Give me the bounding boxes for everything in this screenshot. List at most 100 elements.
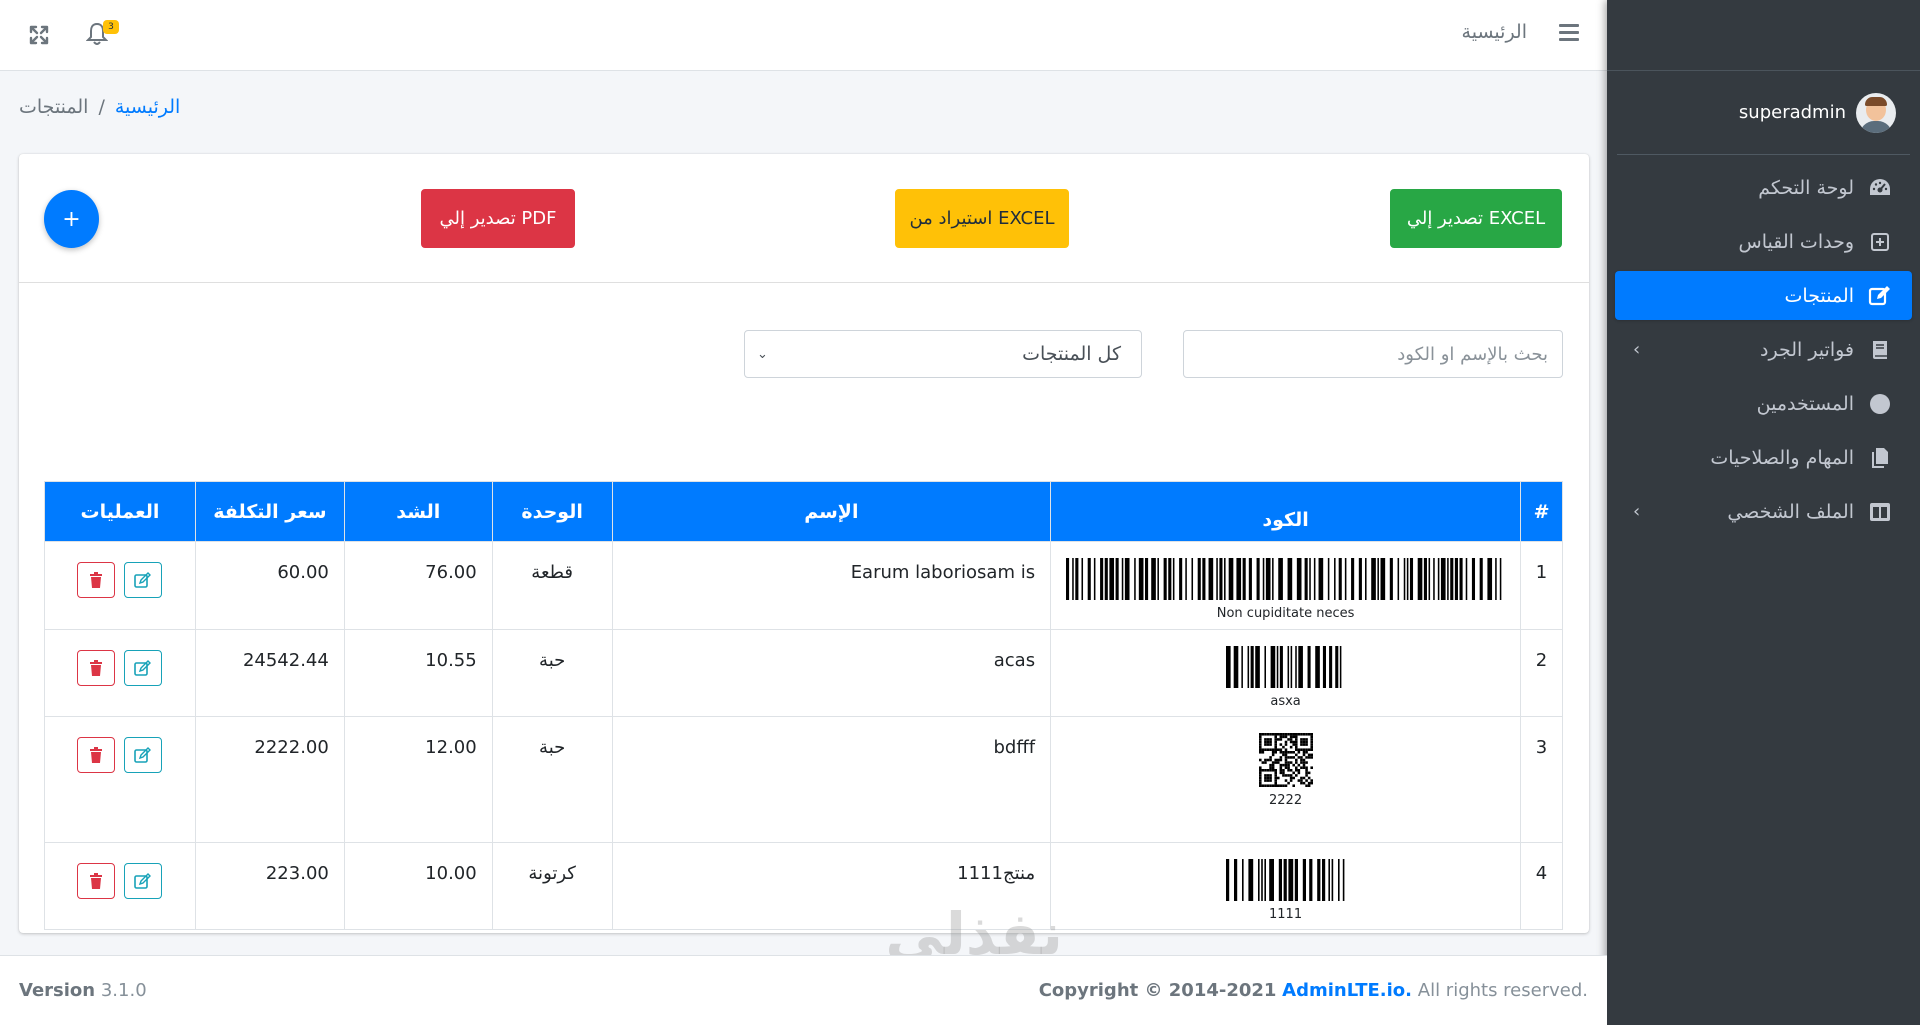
copyright-prefix: Copyright © 2014-2021 — [1038, 980, 1277, 1001]
edit-button[interactable] — [124, 737, 163, 773]
qr-module — [1307, 748, 1310, 751]
qr-module — [1273, 743, 1277, 746]
row-cost: 223.00 — [194, 842, 345, 930]
sidebar-item-users[interactable]: المستخدمين — [1615, 379, 1912, 428]
delete-button[interactable] — [77, 562, 116, 598]
barcode-bar — [1331, 859, 1333, 901]
breadcrumb-home-link[interactable]: الرئيسية — [115, 96, 180, 118]
qr-module — [1289, 761, 1292, 764]
sidebar-item-label: الملف الشخصي — [1727, 500, 1854, 523]
barcode-bar — [1235, 558, 1241, 600]
sidebar-item-products[interactable]: المنتجات — [1615, 271, 1912, 320]
qr-module — [1276, 784, 1280, 787]
qr-module — [1268, 748, 1272, 751]
qr-module — [1284, 740, 1287, 744]
sidebar-item-dashboard[interactable]: لوحة التحكم — [1615, 163, 1912, 212]
version-number: 3.1.0 — [100, 980, 147, 1001]
menu-toggle-icon[interactable] — [1559, 24, 1579, 42]
qr-module — [1258, 758, 1262, 762]
user-panel[interactable]: superadmin — [1617, 71, 1910, 155]
qr-module — [1302, 781, 1305, 785]
row-qty: 10.55 — [343, 629, 493, 717]
qr-module — [1258, 771, 1262, 775]
qr-module — [1294, 758, 1298, 762]
delete-button[interactable] — [77, 737, 116, 773]
row-ops — [44, 541, 196, 630]
add-product-button[interactable]: + — [44, 190, 99, 248]
barcode-bar — [1364, 558, 1367, 600]
sidebar: superadmin لوحة التحكم وحدات القياس المن… — [1607, 0, 1920, 1025]
delete-button[interactable] — [77, 863, 116, 899]
barcode-bar — [1287, 558, 1292, 600]
qr-module — [1286, 763, 1290, 767]
export-pdf-button[interactable]: تصدير إلي PDF — [421, 189, 575, 248]
sidebar-item-roles[interactable]: المهام والصلاحيات — [1615, 433, 1912, 482]
category-select-value: كل المنتجات — [1022, 343, 1121, 365]
barcode-bar — [1256, 558, 1260, 600]
barcode-bar — [1257, 859, 1260, 901]
qr-module — [1302, 761, 1305, 764]
qr-module — [1289, 779, 1292, 782]
brand-link[interactable]: AdminLTE.io. — [1282, 980, 1412, 1001]
row-name: Earum laboriosam is — [611, 541, 1052, 630]
qr-module — [1261, 784, 1264, 787]
user-name[interactable]: superadmin — [1739, 102, 1846, 123]
row-num: 2 — [1520, 629, 1563, 717]
qr-module — [1258, 781, 1262, 785]
row-qty: 10.00 — [343, 842, 493, 930]
edit-button[interactable] — [124, 650, 163, 686]
sidebar-brand-area — [1607, 0, 1920, 71]
search-input[interactable] — [1183, 330, 1563, 378]
chevron-left-icon: ‹ — [1633, 501, 1641, 522]
qr-module — [1289, 769, 1292, 772]
qr-module — [1279, 743, 1282, 746]
fullscreen-icon[interactable] — [28, 24, 50, 46]
barcode-bar — [1479, 558, 1483, 600]
qr-module — [1279, 748, 1282, 751]
import-excel-button[interactable]: استيراد من EXCEL — [895, 189, 1069, 248]
qr-module — [1284, 751, 1287, 754]
barcode-bar — [1271, 558, 1274, 600]
barcode-bar — [1339, 646, 1341, 688]
barcode-bar — [1265, 558, 1271, 600]
qr-module — [1291, 763, 1295, 767]
row-qty: 12.00 — [343, 716, 493, 843]
barcode-bar — [1397, 558, 1399, 600]
qr-module — [1276, 776, 1280, 780]
tachometer-icon — [1868, 176, 1892, 200]
export-excel-button[interactable]: تصدير إلي EXCEL — [1390, 189, 1562, 248]
sidebar-item-units[interactable]: وحدات القياس — [1615, 217, 1912, 266]
barcode-bar — [1254, 646, 1260, 688]
qr-module — [1266, 769, 1269, 772]
qr-module — [1304, 748, 1308, 751]
qr-module — [1297, 733, 1300, 736]
barcode-bar — [1104, 558, 1108, 600]
qr-module — [1273, 738, 1277, 741]
category-select[interactable]: ⌄ كل المنتجات — [744, 330, 1142, 378]
navbar-home-link[interactable]: الرئيسية — [1462, 21, 1527, 43]
qr-module — [1273, 748, 1277, 751]
qr-module — [1284, 743, 1287, 746]
delete-button[interactable] — [77, 650, 116, 686]
sidebar-item-profile[interactable]: الملف الشخصي ‹ — [1615, 487, 1912, 536]
qr-module — [1273, 769, 1277, 772]
edit-button[interactable] — [124, 863, 163, 899]
qr-module — [1289, 774, 1292, 777]
qr-module — [1284, 774, 1287, 777]
qr-module — [1286, 733, 1290, 736]
qr-module — [1304, 751, 1308, 754]
qr-module — [1309, 743, 1313, 746]
qr-module — [1284, 756, 1287, 759]
qr-module — [1289, 745, 1292, 749]
sidebar-item-inventory-invoices[interactable]: فواتير الجرد ‹ — [1615, 325, 1912, 374]
barcode-bar — [1260, 859, 1263, 901]
qr-module — [1309, 779, 1313, 782]
edit-button[interactable] — [124, 562, 163, 598]
qr-module — [1299, 743, 1303, 746]
chevron-left-icon: ‹ — [1633, 339, 1641, 360]
row-num: 1 — [1520, 541, 1563, 630]
qr-module — [1309, 733, 1313, 736]
barcode-bar — [1465, 558, 1467, 600]
qr-module — [1266, 738, 1269, 741]
barcode-bar — [1302, 859, 1306, 901]
